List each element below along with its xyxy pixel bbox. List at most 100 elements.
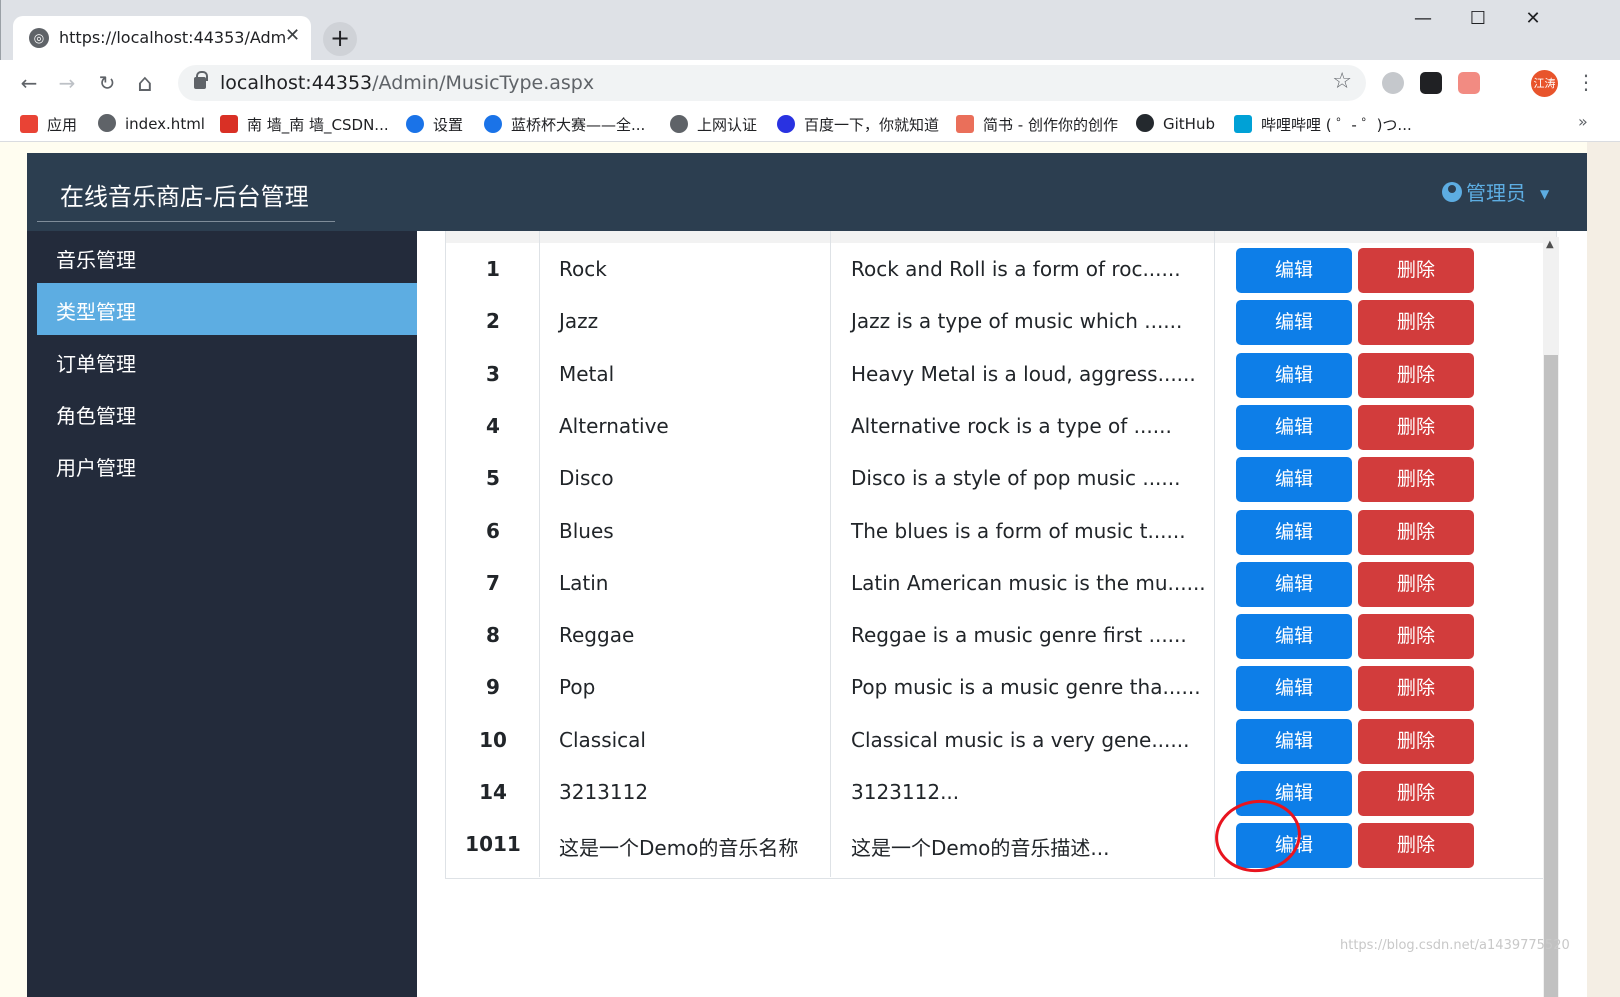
scroll-up-arrow-icon[interactable]: ▲ — [1546, 239, 1554, 250]
admin-app: 在线音乐商店-后台管理 管理员 ▼ 音乐管理 类型管理 订单管理 角色管理 用户管… — [27, 153, 1587, 997]
sidebar-item-label: 订单管理 — [56, 352, 136, 376]
sidebar-item-label: 音乐管理 — [56, 248, 136, 272]
table-row: 7 Latin Latin American music is the mu....… — [446, 557, 1556, 611]
bookmark-label: 南 墙_南 墙_CSDN... — [247, 116, 389, 134]
home-button[interactable]: ⌂ — [130, 68, 160, 98]
bookmark-lanqiao[interactable]: 蓝桥杯大赛——全... — [484, 114, 645, 136]
bookmark-label: 百度一下，你就知道 — [804, 116, 940, 134]
type-id: 8 — [486, 623, 500, 648]
sidebar-item-types[interactable]: 类型管理 — [37, 283, 417, 335]
type-id: 9 — [486, 675, 500, 700]
extension-pink-icon[interactable] — [1458, 72, 1480, 94]
edit-button[interactable]: 编辑 — [1236, 718, 1352, 764]
bookmark-settings[interactable]: 设置 — [406, 114, 463, 136]
delete-button[interactable]: 删除 — [1358, 404, 1474, 450]
bookmark-star-icon[interactable]: ☆ — [1332, 69, 1352, 94]
delete-button[interactable]: 删除 — [1358, 614, 1474, 660]
brand-title: 在线音乐商店-后台管理 — [60, 183, 309, 211]
bookmark-label: 应用 — [47, 116, 78, 134]
type-description: Heavy Metal is a loud, aggress...... — [851, 361, 1196, 386]
delete-button[interactable]: 删除 — [1358, 300, 1474, 346]
type-name: Metal — [559, 361, 615, 386]
sidebar-item-roles[interactable]: 角色管理 — [37, 387, 417, 439]
admin-dropdown[interactable]: 管理员 ▼ — [1442, 177, 1549, 206]
gear-icon — [406, 115, 424, 133]
extension-dark-icon[interactable] — [1420, 72, 1442, 94]
profile-avatar[interactable]: 江涛 — [1531, 70, 1558, 97]
edit-button[interactable]: 编辑 — [1236, 248, 1352, 293]
edit-button[interactable]: 编辑 — [1236, 300, 1352, 346]
reload-button[interactable]: ↻ — [92, 68, 122, 98]
close-tab-icon[interactable]: ✕ — [285, 25, 300, 46]
extension-cloud-icon[interactable] — [1382, 72, 1404, 94]
sidebar-item-orders[interactable]: 订单管理 — [37, 335, 417, 387]
sidebar-item-users[interactable]: 用户管理 — [37, 439, 417, 491]
bookmark-jianshu[interactable]: 简书 - 创作你的创作 — [956, 114, 1118, 136]
delete-button[interactable]: 删除 — [1358, 352, 1474, 398]
minimize-button[interactable]: — — [1408, 8, 1438, 29]
bookmark-csdn[interactable]: 南 墙_南 墙_CSDN... — [220, 114, 389, 136]
type-name: Disco — [559, 466, 614, 491]
edit-button[interactable]: 编辑 — [1236, 561, 1352, 607]
delete-button[interactable]: 删除 — [1358, 509, 1474, 555]
url-text[interactable]: localhost:44353/Admin/MusicType.aspx — [220, 72, 594, 94]
watermark: https://blog.csdn.net/a1439775520 — [1340, 938, 1570, 953]
delete-button[interactable]: 删除 — [1358, 823, 1474, 869]
bookmark-baidu[interactable]: 百度一下，你就知道 — [777, 114, 939, 136]
table-row: 4 Alternative Alternative rock is a type o… — [446, 400, 1556, 454]
vertical-scrollbar[interactable]: ▲ — [1543, 237, 1559, 997]
type-description: Latin American music is the mu...... — [851, 570, 1206, 595]
bilibili-tv-icon — [1234, 115, 1252, 133]
bookmark-apps[interactable]: 应用 — [20, 114, 77, 136]
delete-button[interactable]: 删除 — [1358, 457, 1474, 503]
sidebar-item-music[interactable]: 音乐管理 — [37, 231, 417, 283]
bookmark-github[interactable]: GitHub — [1136, 114, 1215, 136]
delete-button[interactable]: 删除 — [1358, 561, 1474, 607]
forward-button[interactable]: → — [52, 68, 82, 98]
type-id: 1011 — [465, 832, 521, 857]
delete-button[interactable]: 删除 — [1358, 666, 1474, 712]
type-name: Jazz — [559, 309, 599, 334]
table-row: 6 Blues The blues is a form of music t....… — [446, 505, 1556, 559]
github-icon — [1136, 114, 1154, 132]
delete-button[interactable]: 删除 — [1358, 718, 1474, 764]
edit-button[interactable]: 编辑 — [1236, 614, 1352, 660]
edit-button[interactable]: 编辑 — [1236, 457, 1352, 503]
type-name: Rock — [559, 257, 607, 281]
bookmark-bilibili[interactable]: 哔哩哔哩 ( ゜- ゜)つ... — [1234, 114, 1412, 136]
close-window-button[interactable]: ✕ — [1518, 8, 1548, 29]
delete-button[interactable]: 删除 — [1358, 771, 1474, 816]
browser-tab[interactable]: ◎ https://localhost:44353/Admin ✕ — [13, 16, 311, 60]
lock-icon[interactable] — [194, 71, 208, 89]
edit-button[interactable]: 编辑 — [1236, 666, 1352, 712]
back-button[interactable]: ← — [14, 68, 44, 98]
delete-button[interactable]: 删除 — [1358, 248, 1474, 293]
edit-button[interactable]: 编辑 — [1236, 352, 1352, 398]
type-id: 6 — [486, 518, 500, 543]
browser-menu-icon[interactable]: ⋮ — [1576, 70, 1596, 94]
bookmark-label: 蓝桥杯大赛——全... — [511, 116, 646, 134]
brand[interactable]: 在线音乐商店-后台管理 — [27, 153, 335, 231]
table-row: 1011 这是一个Demo的音乐名称 这是一个Demo的音乐描述... 编辑 删除 — [446, 818, 1556, 872]
type-name: Alternative — [559, 413, 669, 438]
type-description: Reggae is a music genre first ...... — [851, 623, 1187, 648]
type-name: Classical — [559, 727, 646, 752]
table-header-strip — [446, 231, 1556, 243]
type-description: Classical music is a very gene...... — [851, 727, 1190, 752]
bookmark-index[interactable]: index.html — [98, 114, 205, 136]
new-tab-button[interactable]: + — [323, 22, 357, 56]
type-name: Latin — [559, 570, 609, 595]
address-bar[interactable]: localhost:44353/Admin/MusicType.aspx ☆ — [178, 65, 1366, 101]
maximize-button[interactable]: ☐ — [1463, 8, 1493, 29]
baidu-paw-icon — [777, 115, 795, 133]
edit-button[interactable]: 编辑 — [1236, 509, 1352, 555]
type-description: Rock and Roll is a form of roc...... — [851, 257, 1181, 281]
type-name: Pop — [559, 675, 596, 700]
top-navbar: 在线音乐商店-后台管理 管理员 ▼ — [27, 153, 1587, 231]
bookmarks-more-icon[interactable]: » — [1578, 112, 1588, 131]
type-id: 7 — [486, 570, 500, 595]
bookmark-auth[interactable]: 上网认证 — [670, 114, 757, 136]
sidebar-item-label: 用户管理 — [56, 456, 136, 480]
scroll-thumb[interactable] — [1544, 355, 1558, 997]
edit-button[interactable]: 编辑 — [1236, 404, 1352, 450]
